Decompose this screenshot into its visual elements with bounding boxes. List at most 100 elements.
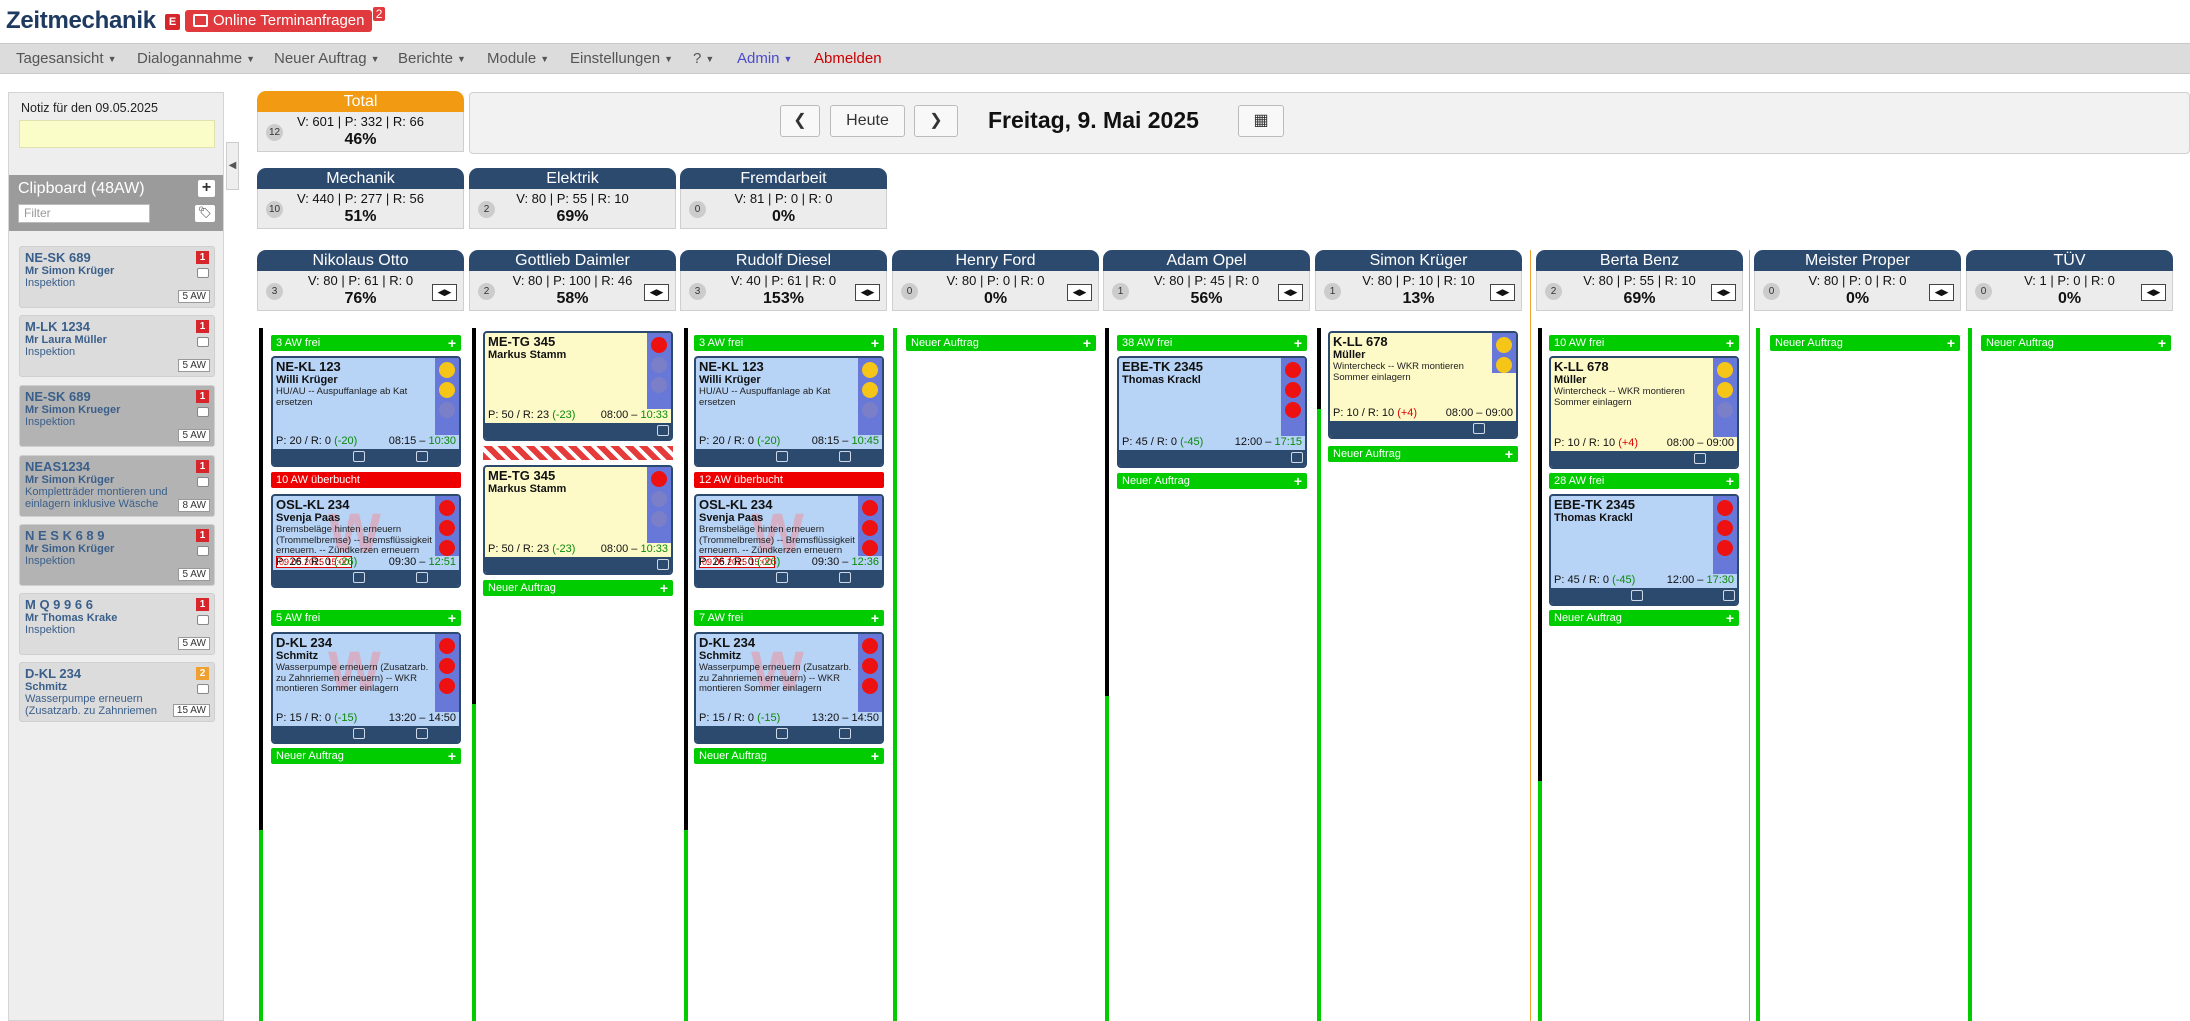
swap-arrows-button[interactable]: ◀▶ (1067, 284, 1092, 301)
comment-icon[interactable] (1630, 590, 1643, 601)
calendar-icon[interactable]: ▦ (1238, 105, 1284, 137)
plus-icon[interactable]: + (1505, 446, 1513, 462)
comment-icon[interactable] (352, 728, 365, 739)
comment-icon[interactable] (197, 546, 209, 556)
calendar-icon[interactable] (415, 728, 428, 739)
comment-icon[interactable] (197, 477, 209, 487)
plus-icon[interactable]: + (448, 335, 456, 351)
job-card[interactable]: K-LL 678 Müller Wintercheck -- WKR montier… (1328, 331, 1518, 439)
plus-icon[interactable]: + (871, 335, 879, 351)
plus-icon[interactable]: + (1726, 473, 1734, 489)
menu-admin[interactable]: Admin ▼ (737, 44, 792, 74)
job-card[interactable]: W D-KL 234 Schmitz Wasserpumpe erneuern (Zu… (694, 632, 884, 744)
comment-icon[interactable] (775, 451, 788, 462)
plus-icon[interactable]: + (448, 610, 456, 626)
clipboard-item[interactable]: M Q 9 9 6 6 Mr Thomas Krake Inspektion 1 5 A… (19, 593, 215, 655)
clipboard-item[interactable]: NEAS1234 Mr Simon Krüger Kompletträder mon… (19, 455, 215, 517)
swap-arrows-button[interactable]: ◀▶ (855, 284, 880, 301)
job-card[interactable]: ME-TG 345 Markus Stamm P: 50 / R: 23 (-23)… (483, 331, 673, 441)
plus-icon[interactable]: + (1294, 335, 1302, 351)
calendar-icon[interactable] (1472, 423, 1485, 434)
comment-icon[interactable] (197, 268, 209, 278)
new-order-button[interactable]: Neuer Auftrag + (694, 748, 884, 764)
tag-icon[interactable]: 🏷 (195, 205, 215, 222)
online-requests-button[interactable]: Online Terminanfragen 2 (185, 6, 387, 32)
google-icon[interactable] (1723, 590, 1735, 601)
job-card[interactable]: W OSL-KL 234 Svenja Paas Bremsbeläge hinten… (271, 494, 461, 588)
swap-arrows-button[interactable]: ◀▶ (1929, 284, 1954, 301)
plus-icon[interactable]: + (448, 748, 456, 764)
menu-tagesansicht[interactable]: Tagesansicht ▼ (16, 44, 116, 74)
menu-berichte[interactable]: Berichte ▼ (398, 44, 466, 74)
new-order-button[interactable]: Neuer Auftrag + (483, 580, 673, 596)
new-order-button[interactable]: Neuer Auftrag + (271, 748, 461, 764)
new-order-button[interactable]: Neuer Auftrag + (1770, 335, 1960, 351)
free-capacity-bar[interactable]: 38 AW frei + (1117, 335, 1307, 351)
comment-icon[interactable] (775, 728, 788, 739)
note-input[interactable] (19, 120, 215, 148)
clipboard-item[interactable]: M-LK 1234 Mr Laura Müller Inspektion 1 5 AW (19, 315, 215, 377)
swap-arrows-button[interactable]: ◀▶ (644, 284, 669, 301)
free-capacity-bar[interactable]: 3 AW frei + (694, 335, 884, 351)
swap-arrows-button[interactable]: ◀▶ (2141, 284, 2166, 301)
calendar-icon[interactable] (415, 572, 428, 583)
plus-icon[interactable]: + (2158, 335, 2166, 351)
plus-icon[interactable]: + (871, 748, 879, 764)
swap-arrows-button[interactable]: ◀▶ (1711, 284, 1736, 301)
prev-day-button[interactable]: ❮ (780, 105, 820, 137)
plus-icon[interactable]: + (1947, 335, 1955, 351)
plus-icon[interactable]: + (660, 580, 668, 596)
comment-icon[interactable] (775, 572, 788, 583)
new-order-button[interactable]: Neuer Auftrag + (906, 335, 1096, 351)
calendar-icon[interactable] (415, 451, 428, 462)
app-logo[interactable]: Zeitmechanik (6, 7, 156, 35)
new-order-button[interactable]: Neuer Auftrag + (1549, 610, 1739, 626)
free-capacity-bar[interactable]: 5 AW frei + (271, 610, 461, 626)
menu-module[interactable]: Module ▼ (487, 44, 549, 74)
comment-icon[interactable] (197, 684, 209, 694)
job-card[interactable]: W OSL-KL 234 Svenja Paas Bremsbeläge hinten… (694, 494, 884, 588)
calendar-icon[interactable] (838, 728, 851, 739)
calendar-icon[interactable] (838, 451, 851, 462)
job-card[interactable]: K-LL 678 Müller Wintercheck -- WKR montier… (1549, 356, 1739, 469)
menu-dialogannahme[interactable]: Dialogannahme ▼ (137, 44, 255, 74)
swap-arrows-button[interactable]: ◀▶ (1490, 284, 1515, 301)
comment-icon[interactable] (197, 407, 209, 417)
comment-icon[interactable] (197, 337, 209, 347)
job-card[interactable]: EBE-TK 2345 Thomas Krackl P: 45 / R: 0 (-4… (1117, 356, 1307, 468)
free-capacity-bar[interactable]: 10 AW frei + (1549, 335, 1739, 351)
free-capacity-bar[interactable]: 7 AW frei + (694, 610, 884, 626)
calendar-icon[interactable] (1693, 453, 1706, 464)
swap-arrows-button[interactable]: ◀▶ (432, 284, 457, 301)
plus-icon[interactable]: + (871, 610, 879, 626)
new-order-button[interactable]: Neuer Auftrag + (1981, 335, 2171, 351)
clipboard-filter-input[interactable]: Filter (18, 204, 150, 223)
clipboard-item[interactable]: D-KL 234 Schmitz Wasserpumpe erneuern (Zus… (19, 662, 215, 722)
new-order-button[interactable]: Neuer Auftrag + (1117, 473, 1307, 489)
job-card[interactable]: NE-KL 123 Willi Krüger HU/AU -- Auspuffanl… (271, 356, 461, 467)
menu-einstellungen[interactable]: Einstellungen ▼ (570, 44, 673, 74)
menu-abmelden[interactable]: Abmelden (814, 44, 882, 74)
job-card[interactable]: ME-TG 345 Markus Stamm P: 50 / R: 23 (-23)… (483, 465, 673, 575)
comment-icon[interactable] (352, 572, 365, 583)
swap-arrows-button[interactable]: ◀▶ (1278, 284, 1303, 301)
job-card[interactable]: NE-KL 123 Willi Krüger HU/AU -- Auspuffanl… (694, 356, 884, 467)
plus-icon[interactable]: + (1726, 610, 1734, 626)
menu-neuer-auftrag[interactable]: Neuer Auftrag ▼ (274, 44, 379, 74)
next-day-button[interactable]: ❯ (914, 105, 958, 137)
google-icon[interactable] (657, 559, 669, 570)
new-order-button[interactable]: Neuer Auftrag + (1328, 446, 1518, 462)
clipboard-item[interactable]: NE-SK 689 Mr Simon Krüger Inspektion 1 5 AW (19, 246, 215, 308)
comment-icon[interactable] (197, 615, 209, 625)
today-button[interactable]: Heute (830, 105, 905, 137)
menu-help[interactable]: ? ▼ (693, 44, 714, 74)
clipboard-item[interactable]: NE-SK 689 Mr Simon Krueger Inspektion 1 5 AW (19, 385, 215, 447)
free-capacity-bar[interactable]: 3 AW frei + (271, 335, 461, 351)
clipboard-add-button[interactable]: + (198, 180, 215, 197)
plus-icon[interactable]: + (1294, 473, 1302, 489)
plus-icon[interactable]: + (1083, 335, 1091, 351)
plus-icon[interactable]: + (1726, 335, 1734, 351)
free-capacity-bar[interactable]: 28 AW frei + (1549, 473, 1739, 489)
calendar-icon[interactable] (838, 572, 851, 583)
clipboard-item[interactable]: N E S K 6 8 9 Mr Simon Krüger Inspektion 1 5… (19, 524, 215, 586)
